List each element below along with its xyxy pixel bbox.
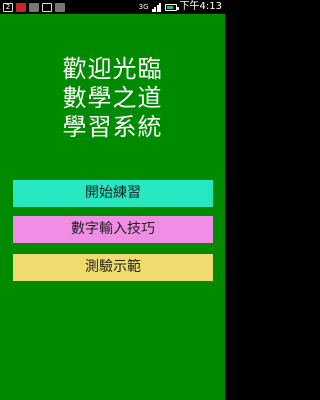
start-practice-button[interactable]: 開始練習 <box>13 180 213 207</box>
status-bar-system: 3G 下午4:13 <box>139 0 222 14</box>
image-notification-icon <box>29 2 39 12</box>
battery-level-fill <box>166 5 173 9</box>
app-notification-icon <box>16 2 26 12</box>
status-bar: 2 3G 下午4:13 <box>0 0 225 14</box>
battery-icon <box>164 3 179 11</box>
chat-notification-icon <box>55 2 65 12</box>
notification-count-icon: 2 <box>3 2 13 12</box>
status-bar-notifications: 2 <box>3 0 65 14</box>
digit-input-tips-button[interactable]: 數字輸入技巧 <box>13 216 213 243</box>
signal-bar <box>159 2 162 12</box>
demo-button[interactable]: 測驗示範 <box>13 254 213 281</box>
clock: 下午4:13 <box>179 1 222 12</box>
signal-strength-icon <box>151 2 162 12</box>
network-type-label: 3G <box>138 3 149 11</box>
welcome-title: 歡迎光臨 數學之道 學習系統 <box>0 55 225 142</box>
message-notification-icon <box>42 2 52 12</box>
title-line-2: 數學之道 <box>62 84 163 112</box>
title-line-1: 歡迎光臨 <box>62 55 163 83</box>
title-line-3: 學習系統 <box>62 113 163 141</box>
app-screen: 2 3G 下午4:13 歡迎光臨 數學之道 學習系統 開始練習 數字輸入技巧 測… <box>0 0 225 400</box>
